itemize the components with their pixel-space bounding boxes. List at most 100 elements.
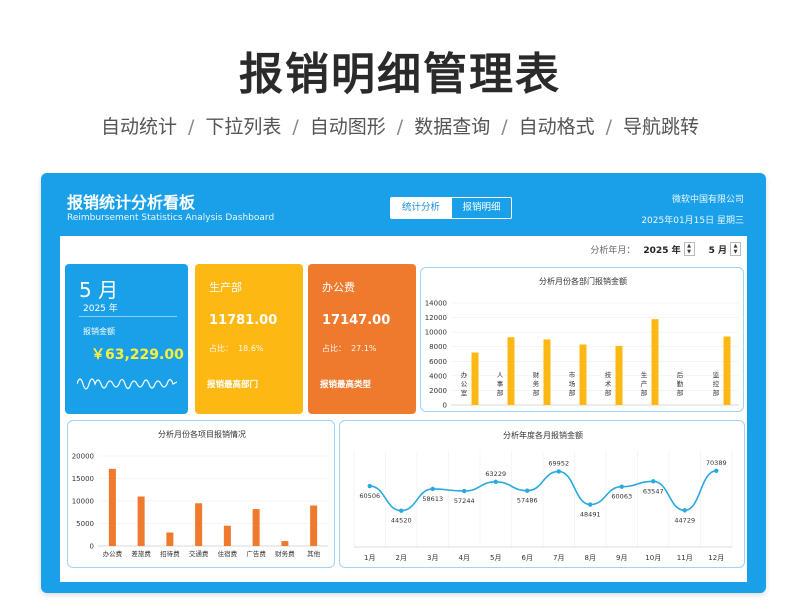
x-tick-label: 差旅费 bbox=[131, 549, 151, 558]
top-type-card: 办公费 17147.00 占比： 27.1% 报销最高类型 bbox=[308, 264, 416, 414]
current-date: 2025年01月15日 星期三 bbox=[641, 216, 744, 226]
department-chart: 分析月份各部门报销金额 0 2000 4000 6000 8000 10000 12000 14… bbox=[420, 267, 744, 412]
type-value: 17147.00 bbox=[322, 313, 391, 328]
x-tick-label: 6月 bbox=[522, 554, 533, 562]
feature-item: 导航跳转 bbox=[623, 116, 700, 138]
bar bbox=[223, 525, 231, 546]
data-point bbox=[525, 488, 530, 493]
y-tick-label: 20000 bbox=[72, 453, 94, 461]
data-label: 63229 bbox=[485, 470, 506, 478]
data-point bbox=[682, 508, 687, 513]
x-tick-label: 其他 bbox=[307, 549, 321, 558]
month-amount: ￥63,229.00 bbox=[91, 347, 184, 363]
x-tick-label: 8月 bbox=[585, 554, 596, 562]
type-footer: 报销最高类型 bbox=[320, 380, 372, 390]
chart-title: 分析年度各月报销金额 bbox=[503, 430, 583, 440]
data-label: 63547 bbox=[643, 487, 664, 495]
x-tick-label: 监控部 bbox=[713, 370, 720, 397]
bar bbox=[281, 541, 289, 546]
spin-down-icon[interactable]: ▼ bbox=[731, 249, 740, 255]
x-tick-label: 后勤部 bbox=[677, 370, 684, 397]
chart-title: 分析月份各部门报销金额 bbox=[539, 276, 627, 286]
feature-separator: / bbox=[187, 116, 195, 138]
month-title: 5 月 bbox=[79, 278, 119, 302]
dashboard-subtitle: Reimbursement Statistics Analysis Dashbo… bbox=[67, 213, 275, 223]
data-label: 69952 bbox=[548, 459, 569, 467]
chart-title: 分析月份各项目报销情况 bbox=[158, 429, 246, 439]
x-tick-label: 3月 bbox=[427, 554, 438, 562]
data-point bbox=[367, 483, 372, 489]
x-tick-label: 招待费 bbox=[160, 549, 180, 558]
x-tick-label: 11月 bbox=[677, 554, 693, 562]
bar bbox=[137, 496, 145, 546]
content-panel: 分析年月： 2025 年 ▲ ▼ 5 月 ▲ ▼ 5 月 2025 年 报销金额 ￥… bbox=[60, 236, 747, 582]
x-tick-label: 9月 bbox=[616, 554, 627, 562]
month-summary-card: 5 月 2025 年 报销金额 ￥63,229.00 bbox=[65, 264, 188, 414]
period-label: 分析年月： bbox=[590, 245, 636, 256]
data-point bbox=[714, 468, 719, 474]
data-point bbox=[430, 486, 435, 492]
dashboard: 报销统计分析看板 Reimbursement Statistics Analys… bbox=[41, 173, 766, 593]
y-tick-label: 2000 bbox=[429, 387, 447, 395]
project-bar-chart: 分析月份各项目报销情况 0 5000 10000 15000 20000 办公费 差旅费 招待费… bbox=[72, 429, 328, 558]
month-year: 2025 年 bbox=[83, 304, 118, 314]
bar bbox=[615, 345, 623, 405]
period-selector: 分析年月： 2025 年 ▲ ▼ 5 月 ▲ ▼ bbox=[590, 242, 741, 256]
department-name: 生产部 bbox=[209, 281, 242, 294]
department-share: 占比： 18.6% bbox=[209, 344, 264, 353]
data-point bbox=[588, 502, 593, 507]
data-label: 48491 bbox=[580, 511, 601, 519]
data-label: 58613 bbox=[422, 495, 443, 503]
x-tick-label: 办公室 bbox=[461, 370, 468, 397]
y-tick-label: 8000 bbox=[429, 343, 447, 351]
feature-separator: / bbox=[396, 116, 404, 138]
tab-bar: 统计分析 报销明细 bbox=[390, 197, 512, 219]
divider bbox=[79, 316, 177, 317]
project-chart: 分析月份各项目报销情况 0 5000 10000 15000 20000 办公费 差旅费 招待费… bbox=[67, 420, 335, 568]
bar bbox=[252, 509, 260, 546]
bar bbox=[166, 532, 174, 546]
y-tick-label: 0 bbox=[90, 543, 94, 551]
company-name: 微软中国有限公司 bbox=[671, 195, 744, 205]
tab-details[interactable]: 报销明细 bbox=[451, 198, 511, 218]
y-tick-label: 14000 bbox=[425, 300, 447, 308]
x-tick-label: 2月 bbox=[396, 554, 407, 562]
feature-list: 自动统计 / 下拉列表 / 自动图形 / 数据查询 / 自动格式 / 导航跳转 bbox=[0, 112, 800, 139]
feature-item: 自动格式 bbox=[518, 116, 595, 138]
data-label: 57244 bbox=[454, 497, 475, 505]
type-name: 办公费 bbox=[322, 281, 355, 294]
feature-item: 自动统计 bbox=[100, 116, 177, 138]
data-label: 70389 bbox=[706, 459, 727, 467]
dashboard-title: 报销统计分析看板 bbox=[67, 193, 196, 212]
annual-line-chart: 分析年度各月报销金额 60506 1月 44520 2月 58613 3月 57244 4月 63… bbox=[353, 430, 733, 562]
bar bbox=[108, 468, 116, 546]
bar bbox=[507, 337, 515, 405]
bar bbox=[310, 505, 318, 546]
y-tick-label: 10000 bbox=[72, 498, 94, 506]
x-tick-label: 1月 bbox=[364, 554, 375, 562]
x-tick-label: 10月 bbox=[645, 554, 661, 562]
annual-chart: 分析年度各月报销金额 60506 1月 44520 2月 58613 3月 57244 4月 63… bbox=[339, 420, 745, 568]
y-tick-label: 0 bbox=[443, 402, 447, 410]
data-point bbox=[462, 488, 467, 494]
bar bbox=[651, 319, 659, 405]
year-spinner[interactable]: ▲ ▼ bbox=[683, 242, 695, 256]
department-bar-chart: 分析月份各部门报销金额 0 2000 4000 6000 8000 10000 12000 14… bbox=[425, 276, 739, 410]
feature-separator: / bbox=[501, 116, 508, 138]
month-spinner[interactable]: ▲ ▼ bbox=[730, 242, 741, 256]
tab-statistics[interactable]: 统计分析 bbox=[391, 198, 451, 218]
y-tick-label: 15000 bbox=[72, 475, 94, 483]
x-tick-label: 4月 bbox=[459, 554, 470, 562]
data-label: 44729 bbox=[674, 516, 695, 524]
department-footer: 报销最高部门 bbox=[207, 380, 259, 390]
feature-item: 数据查询 bbox=[414, 116, 491, 138]
data-point bbox=[493, 479, 498, 485]
feature-separator: / bbox=[605, 116, 613, 138]
data-label: 44520 bbox=[391, 517, 412, 525]
data-label: 57486 bbox=[517, 497, 538, 505]
x-tick-label: 财务费 bbox=[275, 549, 295, 558]
spin-down-icon[interactable]: ▼ bbox=[685, 249, 694, 255]
x-tick-label: 广告费 bbox=[246, 549, 266, 558]
feature-item: 自动图形 bbox=[309, 116, 386, 138]
data-point bbox=[556, 469, 561, 474]
